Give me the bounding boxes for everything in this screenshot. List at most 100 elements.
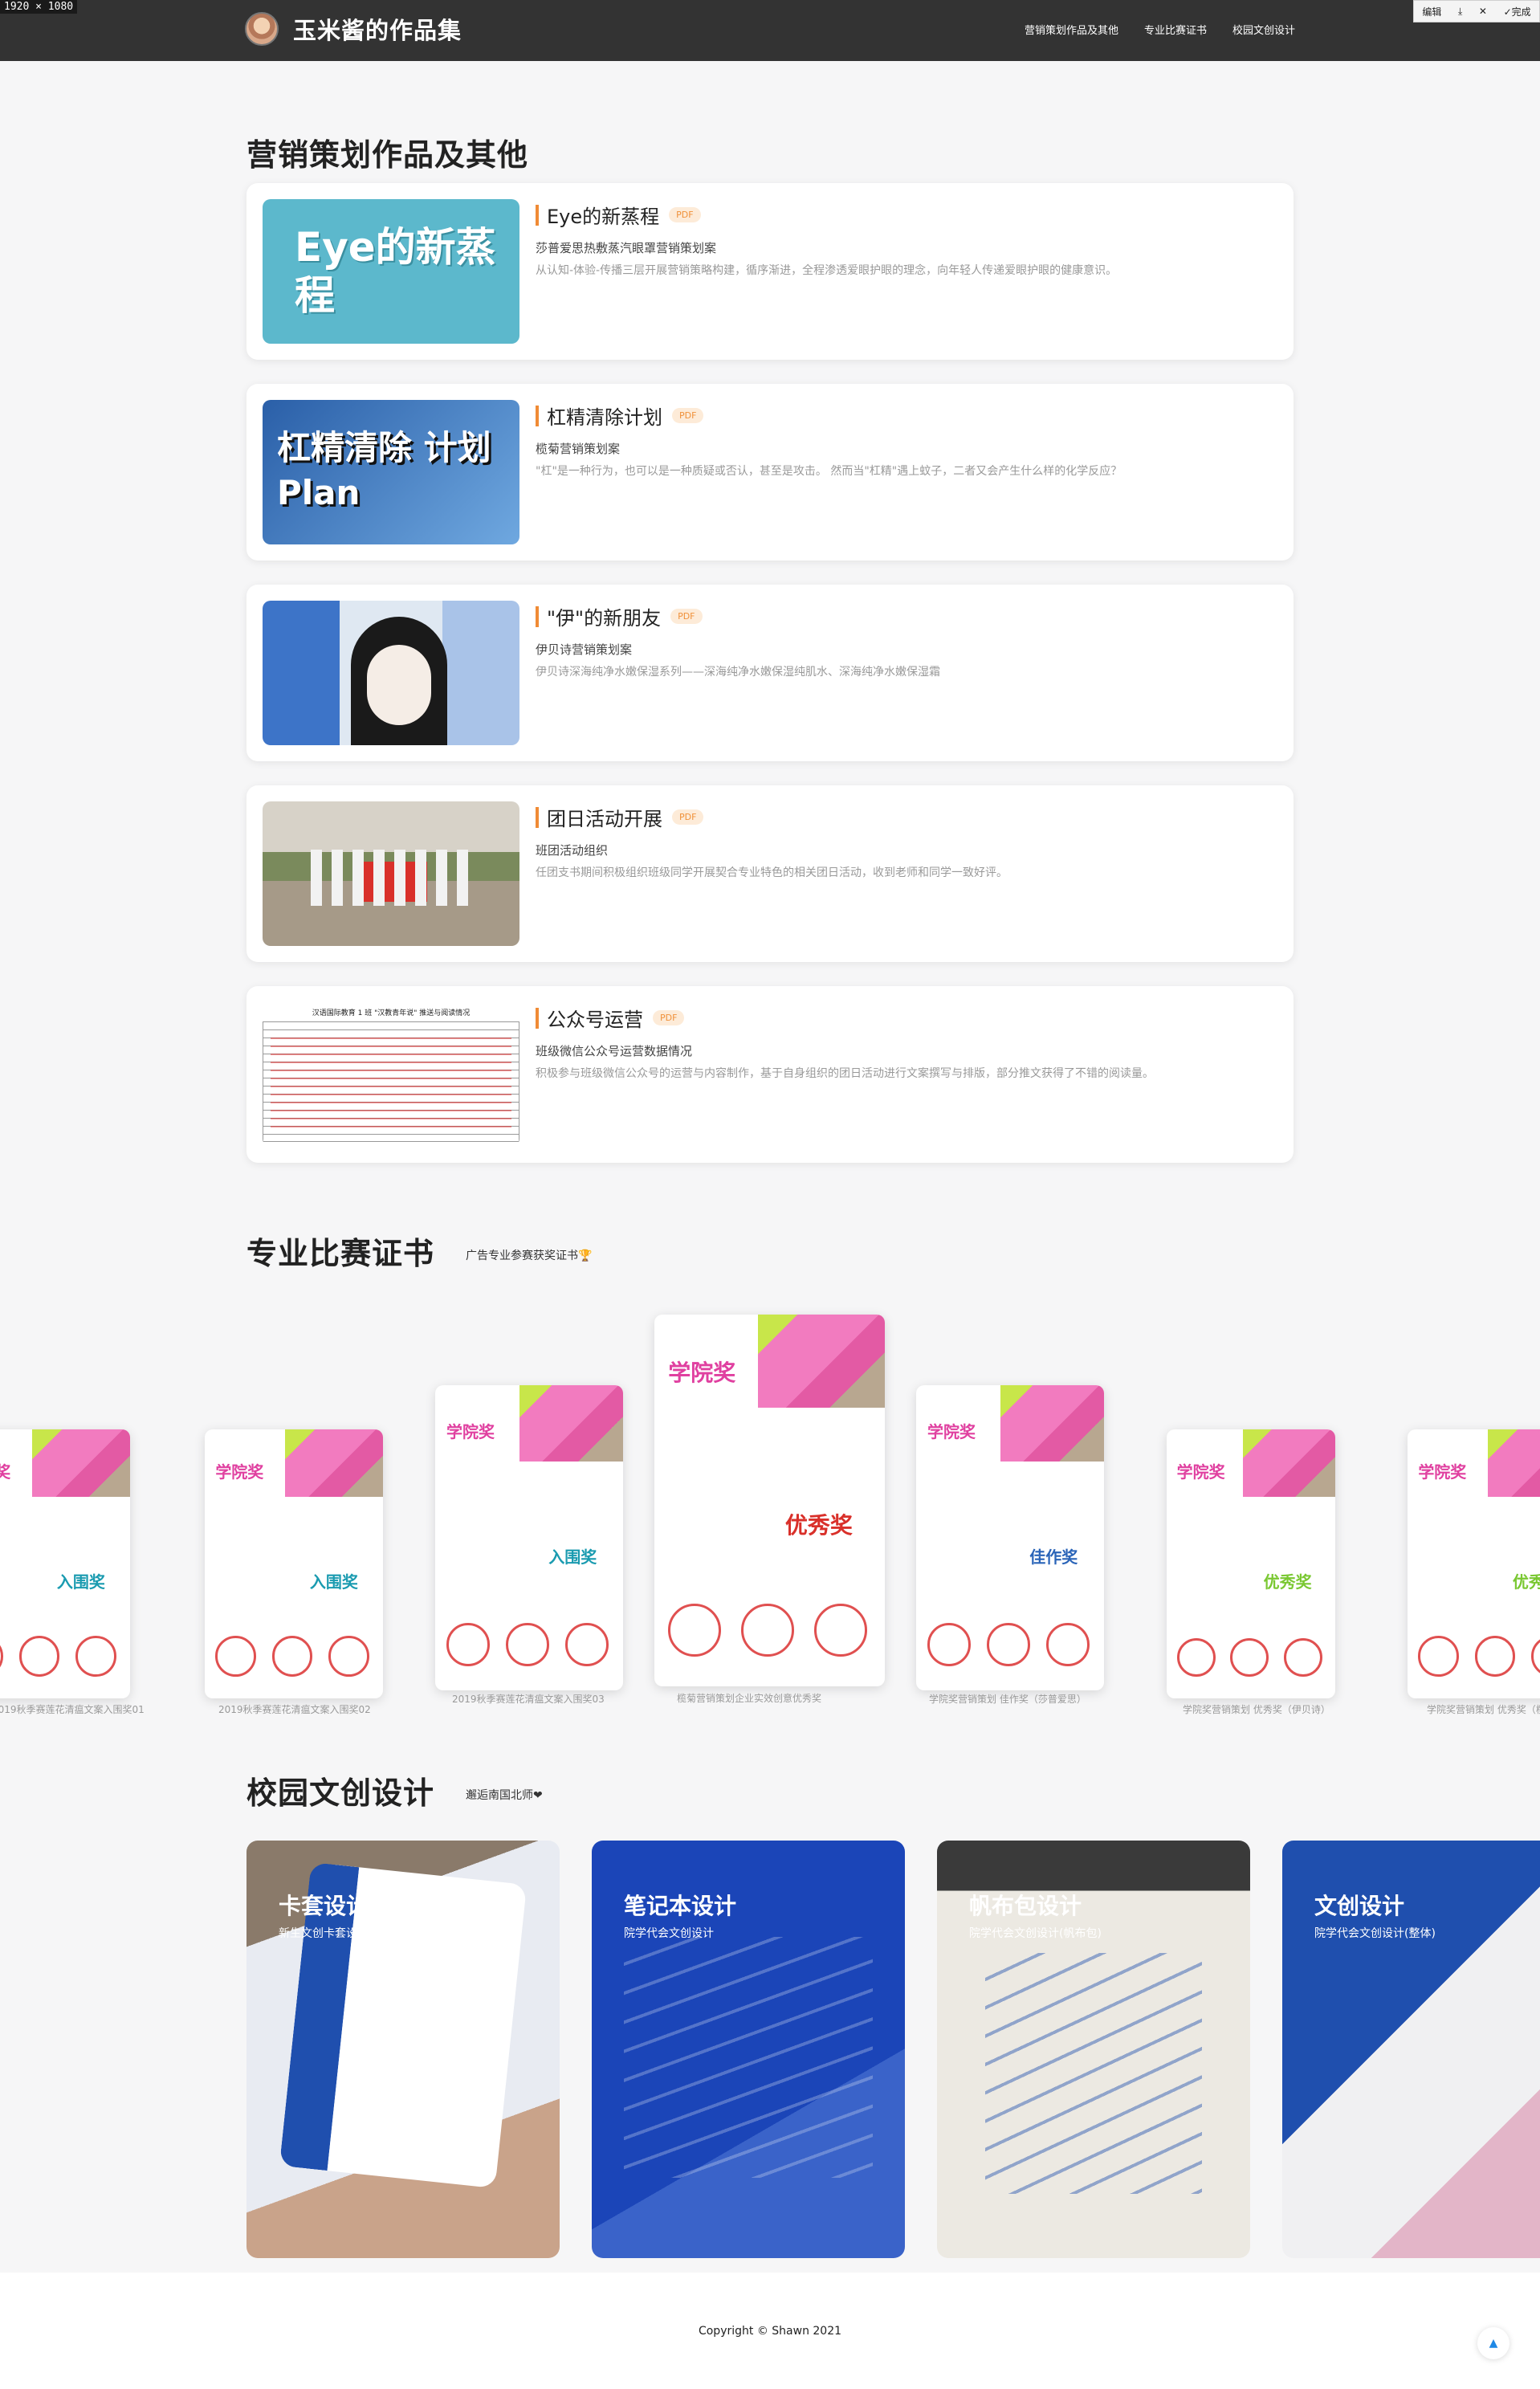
work-subtitle: 班团活动组织 — [536, 843, 609, 858]
design-title: 帆布包设计 — [969, 1893, 1082, 1919]
certificate-award: 学院奖 — [215, 1462, 264, 1482]
certificate-award: 学院奖 — [1418, 1462, 1467, 1482]
work-title: 杠精清除计划 PDF — [536, 402, 704, 430]
certificate-caption: 学院奖营销策划 佳作奖（莎普爱思） — [929, 1694, 1086, 1705]
certificate-prize: 入围奖 — [548, 1547, 597, 1567]
certificate-award: 学院奖 — [446, 1421, 495, 1441]
work-description: 任团支书期间积极组织班级同学开展契合专业特色的相关团日活动，收到老师和同学一致好… — [536, 866, 1008, 879]
certificate-prize: 优秀奖 — [784, 1511, 853, 1539]
certificate-prize: 优秀奖 — [1512, 1572, 1540, 1592]
certificate-caption: 榄菊营销策划企业实效创意优秀奖 — [677, 1693, 822, 1704]
certificate-card[interactable]: 学院奖入围奖 — [435, 1385, 623, 1690]
work-thumbnail: 汉语国际教育 1 班 "汉教青年说" 推送与阅读情况 — [263, 1002, 519, 1147]
design-title: 文创设计 — [1314, 1893, 1405, 1919]
certificate-card[interactable]: 学院奖优秀奖 — [1167, 1429, 1335, 1698]
design-subtitle: 院学代会文创设计 — [624, 1927, 714, 1940]
certificate-card[interactable]: 学院奖入围奖 — [0, 1429, 130, 1698]
thumbnail-text: 杠精清除 计划Plan — [277, 428, 491, 512]
edit-button[interactable]: 编辑 — [1422, 5, 1441, 18]
title-accent-bar — [536, 204, 539, 226]
done-button[interactable]: ✓完成 — [1504, 5, 1531, 18]
work-card[interactable]: "伊"的新朋友 PDF 伊贝诗营销策划案 伊贝诗深海纯净水嫩保湿系列——深海纯净水… — [246, 585, 1294, 761]
arrow-up-icon: ▲ — [1489, 2337, 1498, 2350]
design-card[interactable]: 卡套设计 新生文创卡套设计 — [246, 1841, 560, 2258]
section-title-campus: 校园文创设计 — [246, 1775, 435, 1811]
work-thumbnail: 杠精清除 计划Plan — [263, 400, 519, 544]
brand[interactable]: 玉米酱的作品集 — [245, 12, 462, 46]
work-description: 积极参与班级微信公众号的运营与内容制作，基于自身组织的团日活动进行文案撰写与排版… — [536, 1067, 1154, 1080]
check-icon: ✓ — [1503, 6, 1512, 18]
pdf-badge: PDF — [653, 1010, 685, 1025]
certificate-prize: 入围奖 — [56, 1572, 105, 1592]
download-icon[interactable]: ⤓ — [1458, 6, 1462, 18]
certificate-caption: 学院奖营销策划 优秀奖（榄 — [1427, 1704, 1540, 1715]
certificate-card[interactable]: 学院奖优秀奖 — [1408, 1429, 1540, 1698]
work-description: "杠"是一种行为，也可以是一种质疑或否认，甚至是攻击。 然而当"杠精"遇上蚊子，… — [536, 465, 1122, 478]
pdf-badge: PDF — [672, 408, 704, 423]
nav-link-certs[interactable]: 专业比赛证书 — [1144, 22, 1207, 37]
work-thumbnail — [263, 801, 519, 946]
nav-link-marketing[interactable]: 营销策划作品及其他 — [1025, 22, 1118, 37]
avatar — [245, 12, 279, 46]
certificate-award: 学院奖 — [668, 1359, 736, 1386]
certificate-caption: 2019秋季赛莲花清瘟文案入围奖01 — [0, 1704, 145, 1715]
pdf-badge: PDF — [672, 809, 704, 825]
edit-toolbar: 编辑 ⤓ ✕ ✓完成 — [1413, 0, 1540, 22]
design-card[interactable]: 帆布包设计 院学代会文创设计(帆布包) — [937, 1841, 1250, 2258]
screen-size-label: 1920 × 1080 — [0, 0, 78, 14]
close-icon[interactable]: ✕ — [1479, 6, 1487, 17]
design-subtitle: 院学代会文创设计(帆布包) — [969, 1927, 1102, 1940]
design-card[interactable]: 文创设计 院学代会文创设计(整体) — [1282, 1841, 1540, 2258]
back-to-top-button[interactable]: ▲ — [1477, 2327, 1509, 2359]
top-nav: 玉米酱的作品集 营销策划作品及其他 专业比赛证书 校园文创设计 — [0, 0, 1540, 61]
work-title-text: 团日活动开展 — [547, 808, 662, 830]
work-description: 从认知-体验-传播三层开展营销策略构建，循序渐进，全程渗透爱眼护眼的理念，向年轻… — [536, 264, 1118, 277]
certificate-prize: 佳作奖 — [1029, 1547, 1078, 1567]
work-title: "伊"的新朋友 PDF — [536, 602, 703, 630]
work-card[interactable]: 杠精清除 计划Plan 杠精清除计划 PDF 榄菊营销策划案 "杠"是一种行为，也… — [246, 384, 1294, 561]
certificate-card[interactable]: 学院奖佳作奖 — [916, 1385, 1104, 1690]
work-title-text: Eye的新蒸程 — [547, 206, 660, 228]
certificate-award: 学院奖 — [927, 1421, 976, 1441]
certificate-prize: 入围奖 — [309, 1572, 358, 1592]
design-subtitle: 新生文创卡套设计 — [279, 1927, 369, 1940]
work-title: 公众号运营 PDF — [536, 1004, 685, 1032]
copyright: Copyright © Shawn 2021 — [698, 2325, 842, 2338]
work-subtitle: 莎普爱思热敷蒸汽眼罩营销策划案 — [536, 241, 717, 255]
work-thumbnail — [263, 601, 519, 745]
work-title: Eye的新蒸程 PDF — [536, 201, 701, 229]
pdf-badge: PDF — [670, 609, 703, 624]
site-title: 玉米酱的作品集 — [293, 17, 462, 44]
certificate-award: 学院奖 — [1176, 1462, 1225, 1482]
work-title-text: "伊"的新朋友 — [547, 607, 662, 630]
done-label: 完成 — [1511, 6, 1531, 18]
work-subtitle: 榄菊营销策划案 — [536, 442, 621, 456]
certificate-card[interactable]: 学院奖优秀奖 — [654, 1315, 885, 1686]
pdf-badge: PDF — [669, 207, 701, 222]
work-description: 伊贝诗深海纯净水嫩保湿系列——深海纯净水嫩保湿纯肌水、深海纯净水嫩保湿霜 — [536, 666, 940, 679]
certificate-prize: 优秀奖 — [1263, 1572, 1312, 1592]
design-title: 笔记本设计 — [624, 1893, 737, 1919]
design-card[interactable]: 笔记本设计 院学代会文创设计 — [592, 1841, 905, 2258]
section-title-marketing: 营销策划作品及其他 — [246, 137, 529, 173]
nav-links: 营销策划作品及其他 专业比赛证书 校园文创设计 — [1025, 22, 1295, 37]
certificate-caption: 学院奖营销策划 优秀奖（伊贝诗） — [1183, 1704, 1330, 1715]
certificate-card[interactable]: 学院奖入围奖 — [205, 1429, 383, 1698]
title-accent-bar — [536, 605, 539, 627]
title-accent-bar — [536, 405, 539, 426]
section-subtitle-campus: 邂逅南国北师❤ — [466, 1789, 543, 1802]
title-accent-bar — [536, 806, 539, 828]
work-thumbnail: Eye的新蒸程 — [263, 199, 519, 344]
work-card[interactable]: Eye的新蒸程 Eye的新蒸程 PDF 莎普爱思热敷蒸汽眼罩营销策划案 从认知-体… — [246, 183, 1294, 360]
nav-link-campus[interactable]: 校园文创设计 — [1232, 22, 1295, 37]
work-subtitle: 班级微信公众号运营数据情况 — [536, 1044, 693, 1058]
certificate-caption: 2019秋季赛莲花清瘟文案入围奖02 — [218, 1704, 371, 1715]
work-subtitle: 伊贝诗营销策划案 — [536, 642, 633, 657]
work-card[interactable]: 汉语国际教育 1 班 "汉教青年说" 推送与阅读情况 公众号运营 PDF 班级微信… — [246, 986, 1294, 1163]
work-title: 团日活动开展 PDF — [536, 803, 704, 831]
work-card[interactable]: 团日活动开展 PDF 班团活动组织 任团支书期间积极组织班级同学开展契合专业特色的… — [246, 785, 1294, 962]
thumbnail-text: Eye的新蒸程 — [295, 224, 496, 319]
design-subtitle: 院学代会文创设计(整体) — [1314, 1927, 1436, 1940]
work-title-text: 杠精清除计划 — [547, 406, 662, 429]
certificate-caption: 2019秋季赛莲花清瘟文案入围奖03 — [452, 1694, 605, 1705]
